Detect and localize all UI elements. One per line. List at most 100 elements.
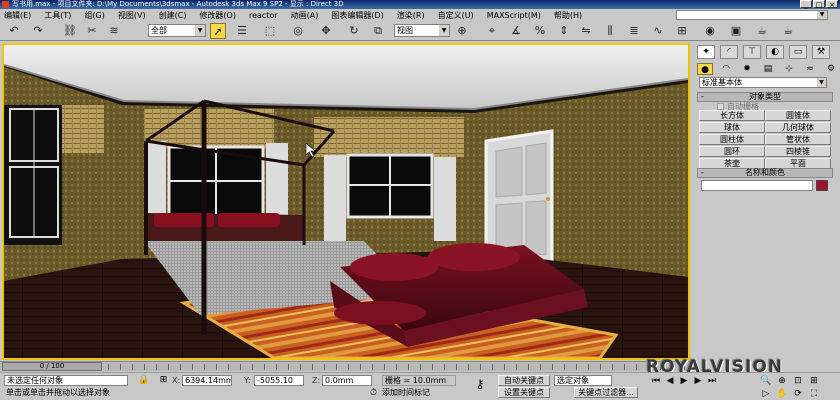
pivot-icon[interactable]: ⊕ [454,23,470,39]
zoom-extents-all-icon[interactable]: ⊞ [808,375,820,387]
auto-key-button[interactable]: 自动关键点 [498,375,550,386]
absolute-mode-icon[interactable]: ⊞ [158,375,169,386]
named-selection-combo[interactable]: ▼ [676,10,828,20]
menu-maxscript[interactable]: MAXScript(M) [487,11,541,20]
cylinder-button[interactable]: 圆柱体 [699,134,765,145]
menu-group[interactable]: 组(G) [84,10,104,21]
redo-icon[interactable]: ↷ [30,23,46,39]
time-slider[interactable]: 0 / 100 [0,361,690,371]
shapes-icon[interactable]: ◠ [718,63,734,75]
key-filters-button[interactable]: 关键点过滤器... [574,387,638,398]
cone-button[interactable]: 圆锥体 [765,110,831,121]
modify-tab-icon[interactable]: ◜ [720,45,738,59]
hierarchy-tab-icon[interactable]: ⊤ [743,45,761,59]
geometry-icon[interactable]: ● [697,63,713,75]
menu-rendering[interactable]: 渲染(R) [397,10,425,21]
menu-help[interactable]: 帮助(H) [554,10,582,21]
menu-graph-editors[interactable]: 图表编辑器(D) [331,10,383,21]
rotate-icon[interactable]: ↻ [346,23,362,39]
render-setup-icon[interactable]: ▣ [728,23,744,39]
create-tab-icon[interactable]: ✦ [697,45,715,59]
chevron-down-icon: ▼ [817,78,826,87]
field-of-view-icon[interactable]: ▷ [760,388,772,400]
move-icon[interactable]: ✥ [318,23,334,39]
command-panel: ✦ ◜ ⊤ ◐ ▭ ⚒ ● ◠ ✹ ▤ ⊹ ≈ ⚙ 标准基本体 ▼ - 对象类型… [693,43,840,360]
spinner-snap-icon[interactable]: ⇕ [556,23,572,39]
play-icon[interactable]: ▶ [678,375,690,387]
space-warps-icon[interactable]: ≈ [802,63,818,75]
select-object-icon[interactable]: ➚ [210,23,226,39]
object-name-input[interactable] [701,180,813,191]
geosphere-button[interactable]: 几何球体 [765,122,831,133]
pan-icon[interactable]: ✋ [776,388,788,400]
menu-create[interactable]: 创建(C) [159,10,187,21]
scale-icon[interactable]: ⧉ [370,23,386,39]
cameras-icon[interactable]: ▤ [760,63,776,75]
set-key-button[interactable]: 设置关键点 [498,387,550,398]
torus-button[interactable]: 圆环 [699,146,765,157]
maximize-viewport-icon[interactable]: ⛶ [808,388,820,400]
menu-edit[interactable]: 编辑(E) [4,10,31,21]
mirror-icon[interactable]: ⇋ [578,23,594,39]
angle-snap-icon[interactable]: ∡ [508,23,524,39]
material-editor-icon[interactable]: ◉ [702,23,718,39]
lights-icon[interactable]: ✹ [739,63,755,75]
y-coordinate-field[interactable]: -5055.10 [254,375,304,386]
render-scene-icon[interactable]: ☕ [754,23,770,39]
x-coordinate-field[interactable]: 6394.14mm [182,375,232,386]
close-button[interactable]: × [826,0,838,9]
selection-filter-dropdown[interactable]: 全部 ▼ [148,24,206,37]
key-icon[interactable]: ⚷ [470,378,490,390]
align-icon[interactable]: ⫼ [602,23,618,39]
link-icon[interactable]: ⛓ [62,23,78,39]
time-tag-icon: ⏱ [369,388,378,398]
utilities-tab-icon[interactable]: ⚒ [812,45,830,59]
sphere-button[interactable]: 球体 [699,122,765,133]
key-filter-dropdown[interactable]: 选定对象 [554,375,612,386]
schematic-icon[interactable]: ⊞ [674,23,690,39]
pyramid-button[interactable]: 四棱锥 [765,146,831,157]
go-to-start-icon[interactable]: ⏮ [650,375,662,387]
name-color-rollout[interactable]: - 名称和颜色 [697,168,833,178]
select-by-name-icon[interactable]: ☰ [234,23,250,39]
bind-space-warp-icon[interactable]: ≋ [106,23,122,39]
menu-animation[interactable]: 动画(A) [291,10,319,21]
zoom-icon[interactable]: 🔍 [760,375,772,387]
systems-icon[interactable]: ⚙ [823,63,839,75]
snap-icon[interactable]: ⌖ [484,23,500,39]
percent-snap-icon[interactable]: % [532,23,548,39]
perspective-viewport[interactable] [2,43,690,360]
previous-frame-icon[interactable]: ◀ [664,375,676,387]
object-color-swatch[interactable] [816,180,828,191]
quick-render-icon[interactable]: ☕ [780,23,796,39]
go-to-end-icon[interactable]: ⏭ [706,375,718,387]
helpers-icon[interactable]: ⊹ [781,63,797,75]
z-coordinate-field[interactable]: 0.0mm [322,375,372,386]
next-frame-icon[interactable]: ▶ [692,375,704,387]
menu-reactor[interactable]: reactor [249,11,278,20]
menu-tools[interactable]: 工具(T) [44,10,71,21]
curve-editor-icon[interactable]: ∿ [650,23,666,39]
tube-button[interactable]: 管状体 [765,134,831,145]
menu-modifiers[interactable]: 修改器(O) [199,10,236,21]
rect-selection-icon[interactable]: ⬚ [262,23,278,39]
unlink-icon[interactable]: ✂ [84,23,100,39]
add-time-tag[interactable]: 添加时间标记 [382,388,430,398]
minimize-button[interactable]: _ [800,0,812,9]
box-button[interactable]: 长方体 [699,110,765,121]
maximize-button[interactable]: □ [813,0,825,9]
orbit-icon[interactable]: ⟳ [792,388,804,400]
primitive-type-dropdown[interactable]: 标准基本体 ▼ [699,77,827,88]
reference-coord-dropdown[interactable]: 视图 ▼ [394,24,450,37]
window-crossing-icon[interactable]: ◎ [290,23,306,39]
lock-icon[interactable]: 🔒 [138,375,149,386]
motion-tab-icon[interactable]: ◐ [766,45,784,59]
frame-indicator[interactable]: 0 / 100 [2,362,102,371]
zoom-extents-icon[interactable]: ⊡ [792,375,804,387]
undo-icon[interactable]: ↶ [6,23,22,39]
menu-views[interactable]: 视图(V) [118,10,146,21]
layer-icon[interactable]: ≣ [626,23,642,39]
display-tab-icon[interactable]: ▭ [789,45,807,59]
menu-customize[interactable]: 自定义(U) [438,10,474,21]
zoom-all-icon[interactable]: ⊕ [776,375,788,387]
